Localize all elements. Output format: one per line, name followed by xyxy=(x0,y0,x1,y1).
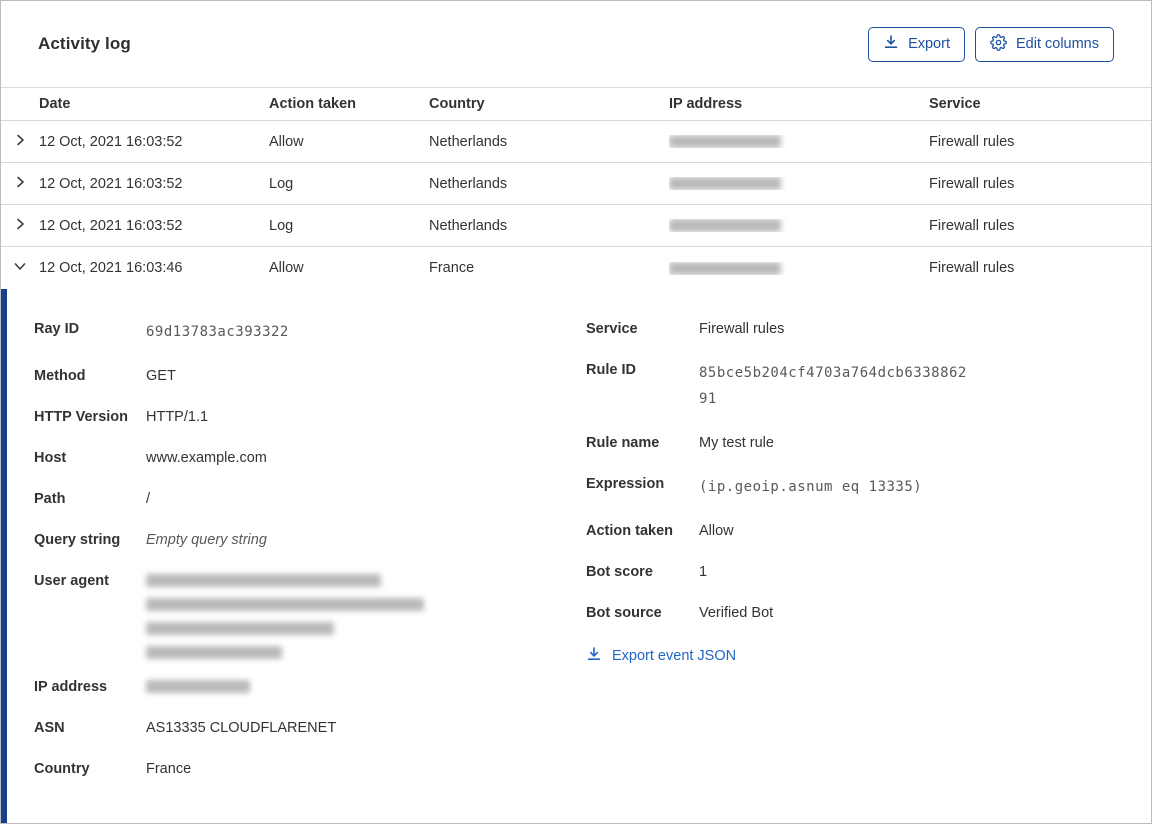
table-row[interactable]: 12 Oct, 2021 16:03:52 Log Netherlands Fi… xyxy=(1,205,1151,247)
detail-label: Ray ID xyxy=(34,321,80,337)
http-version-value: HTTP/1.1 xyxy=(146,409,209,425)
row-date: 12 Oct, 2021 16:03:46 xyxy=(39,260,183,276)
bot-score-value: 1 xyxy=(699,564,708,580)
query-string-value: Empty query string xyxy=(146,532,267,548)
row-action: Allow xyxy=(269,260,304,276)
detail-label: Expression xyxy=(586,476,665,492)
chevron-right-icon xyxy=(12,174,28,194)
redacted-user-agent-value xyxy=(146,571,424,659)
row-service: Firewall rules xyxy=(929,217,1015,234)
rule-name-value: My test rule xyxy=(699,435,774,451)
country-value: France xyxy=(146,761,192,777)
redacted-ip-value xyxy=(669,219,781,232)
gear-icon xyxy=(990,33,1007,55)
detail-label: Bot score xyxy=(586,564,653,580)
row-country: Netherlands xyxy=(429,133,508,150)
column-header-date: Date xyxy=(39,96,71,112)
activity-log-card: Activity log Export Edit columns Date Ac… xyxy=(0,0,1152,824)
row-action: Log xyxy=(269,175,294,192)
chevron-right-icon xyxy=(12,132,28,152)
row-country: Netherlands xyxy=(429,217,508,234)
detail-label: Rule ID xyxy=(586,362,636,378)
export-event-json-link[interactable]: Export event JSON xyxy=(586,646,736,666)
expression-value: (ip.geoip.asnum eq 13335) xyxy=(699,479,923,495)
chevron-down-icon xyxy=(12,258,28,278)
detail-label: Host xyxy=(34,450,67,466)
detail-label: HTTP Version xyxy=(34,409,129,425)
export-button-label: Export xyxy=(908,36,950,52)
column-header-country: Country xyxy=(429,96,485,112)
toolbar: Export Edit columns xyxy=(868,26,1114,62)
table-row[interactable]: 12 Oct, 2021 16:03:52 Allow Netherlands … xyxy=(1,121,1151,163)
event-detail-panel: Ray ID 69d13783ac393322 Method GET HTTP Ve… xyxy=(1,289,1151,823)
row-service: Firewall rules xyxy=(929,260,1015,276)
detail-label: User agent xyxy=(34,573,109,589)
column-header-ip-address: IP address xyxy=(669,96,743,112)
edit-columns-button[interactable]: Edit columns xyxy=(974,26,1114,62)
service-value: Firewall rules xyxy=(699,321,785,337)
path-value: / xyxy=(146,491,151,507)
row-service: Firewall rules xyxy=(929,133,1015,150)
expand-row-button[interactable] xyxy=(1,132,39,152)
row-date: 12 Oct, 2021 16:03:52 xyxy=(39,133,183,150)
expand-row-button[interactable] xyxy=(1,174,39,194)
detail-label: Bot source xyxy=(586,605,662,621)
redacted-ip-value xyxy=(669,177,781,190)
row-country: Netherlands xyxy=(429,175,508,192)
row-date: 12 Oct, 2021 16:03:52 xyxy=(39,175,183,192)
detail-column-left: Ray ID 69d13783ac393322 Method GET HTTP Ve… xyxy=(34,319,586,823)
detail-label: Rule name xyxy=(586,435,660,451)
detail-column-right: Service Firewall rules Rule ID 85bce5b204c… xyxy=(586,319,1121,823)
row-action: Log xyxy=(269,217,294,234)
download-icon xyxy=(883,34,899,54)
action-taken-value: Allow xyxy=(699,523,734,539)
ray-id-value: 69d13783ac393322 xyxy=(146,324,289,340)
detail-label: ASN xyxy=(34,720,65,736)
table-header-row: Date Action taken Country IP address Ser… xyxy=(1,87,1151,121)
row-action: Allow xyxy=(269,133,304,150)
detail-label: Path xyxy=(34,491,66,507)
column-header-service: Service xyxy=(929,96,981,112)
rule-id-value: 85bce5b204cf4703a764dcb633886291 xyxy=(699,365,967,407)
table-row-expanded[interactable]: 12 Oct, 2021 16:03:46 Allow France Firew… xyxy=(1,247,1151,289)
edit-columns-button-label: Edit columns xyxy=(1015,36,1099,52)
detail-label: Service xyxy=(586,321,638,337)
row-service: Firewall rules xyxy=(929,175,1015,192)
detail-label: Query string xyxy=(34,532,121,548)
header: Activity log Export Edit columns xyxy=(1,1,1151,87)
method-value: GET xyxy=(146,368,176,384)
asn-value: AS13335 CLOUDFLARENET xyxy=(146,720,337,736)
detail-label: Action taken xyxy=(586,523,674,539)
page-title: Activity log xyxy=(38,34,131,53)
redacted-ip-value xyxy=(669,135,781,148)
detail-label: Method xyxy=(34,368,86,384)
chevron-right-icon xyxy=(12,216,28,236)
row-date: 12 Oct, 2021 16:03:52 xyxy=(39,217,183,234)
export-button[interactable]: Export xyxy=(868,26,965,62)
host-value: www.example.com xyxy=(146,450,267,466)
redacted-ip-value xyxy=(669,261,781,275)
export-event-json-label: Export event JSON xyxy=(612,648,737,664)
detail-label: Country xyxy=(34,761,90,777)
column-header-action-taken: Action taken xyxy=(269,96,357,112)
redacted-ip-value xyxy=(146,680,250,693)
detail-label: IP address xyxy=(34,679,108,695)
bot-source-value: Verified Bot xyxy=(699,605,774,621)
row-country: France xyxy=(429,260,475,276)
download-icon xyxy=(586,646,602,666)
expand-row-button[interactable] xyxy=(1,216,39,236)
table-row[interactable]: 12 Oct, 2021 16:03:52 Log Netherlands Fi… xyxy=(1,163,1151,205)
collapse-row-button[interactable] xyxy=(1,258,39,278)
